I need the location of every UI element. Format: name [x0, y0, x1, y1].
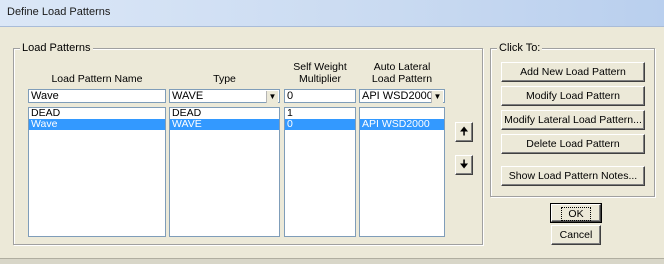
add-new-load-pattern-button[interactable]: Add New Load Pattern	[501, 62, 645, 82]
load-pattern-name-list[interactable]: DEAD Wave	[28, 107, 166, 237]
modify-load-pattern-button[interactable]: Modify Load Pattern	[501, 86, 645, 106]
header-type: Type	[213, 73, 236, 85]
cancel-button[interactable]: Cancel	[551, 225, 601, 245]
auto-lateral-list[interactable]: API WSD2000	[359, 107, 445, 237]
auto-lateral-select[interactable]: API WSD2000 ▼	[359, 89, 445, 103]
type-list[interactable]: DEAD WAVE	[169, 107, 280, 237]
chevron-down-icon[interactable]: ▼	[431, 91, 443, 103]
list-item[interactable]: 1	[285, 108, 355, 119]
arrow-up-icon: 🠉	[459, 126, 469, 138]
move-up-button[interactable]: 🠉	[455, 122, 473, 142]
bottom-edge	[0, 258, 664, 264]
header-load-pattern-name: Load Pattern Name	[51, 73, 143, 85]
self-weight-multiplier-list[interactable]: 1 0	[284, 107, 356, 237]
list-item[interactable]: 0	[285, 119, 355, 130]
modify-lateral-load-pattern-button[interactable]: Modify Lateral Load Pattern...	[501, 110, 645, 130]
type-select[interactable]: WAVE ▼	[169, 89, 280, 103]
load-patterns-group-label: Load Patterns	[20, 42, 93, 54]
title-bar[interactable]: Define Load Patterns	[0, 0, 664, 27]
delete-load-pattern-button[interactable]: Delete Load Pattern	[501, 134, 645, 154]
arrow-down-icon: 🠋	[459, 159, 469, 171]
load-patterns-group: Load Patterns Load Pattern Name Type Sel…	[13, 42, 483, 245]
ok-button[interactable]: OK	[550, 203, 602, 223]
click-to-group-label: Click To:	[497, 42, 543, 54]
self-weight-multiplier-input[interactable]: 0	[284, 89, 356, 103]
window-title: Define Load Patterns	[7, 6, 111, 18]
click-to-group: Click To: Add New Load Pattern Modify Lo…	[490, 42, 655, 197]
chevron-down-icon[interactable]: ▼	[266, 91, 278, 103]
list-item[interactable]: Wave	[29, 119, 165, 130]
list-item[interactable]: API WSD2000	[360, 119, 444, 130]
header-self-weight-multiplier: Self Weight Multiplier	[293, 61, 347, 85]
show-load-pattern-notes-button[interactable]: Show Load Pattern Notes...	[501, 166, 645, 186]
header-auto-lateral-load-pattern: Auto Lateral Load Pattern	[371, 61, 433, 85]
load-pattern-name-input[interactable]: Wave	[28, 89, 166, 103]
define-load-patterns-dialog: Define Load Patterns Load Patterns Load …	[0, 0, 664, 264]
move-down-button[interactable]: 🠋	[455, 155, 473, 175]
list-item[interactable]: WAVE	[170, 119, 279, 130]
